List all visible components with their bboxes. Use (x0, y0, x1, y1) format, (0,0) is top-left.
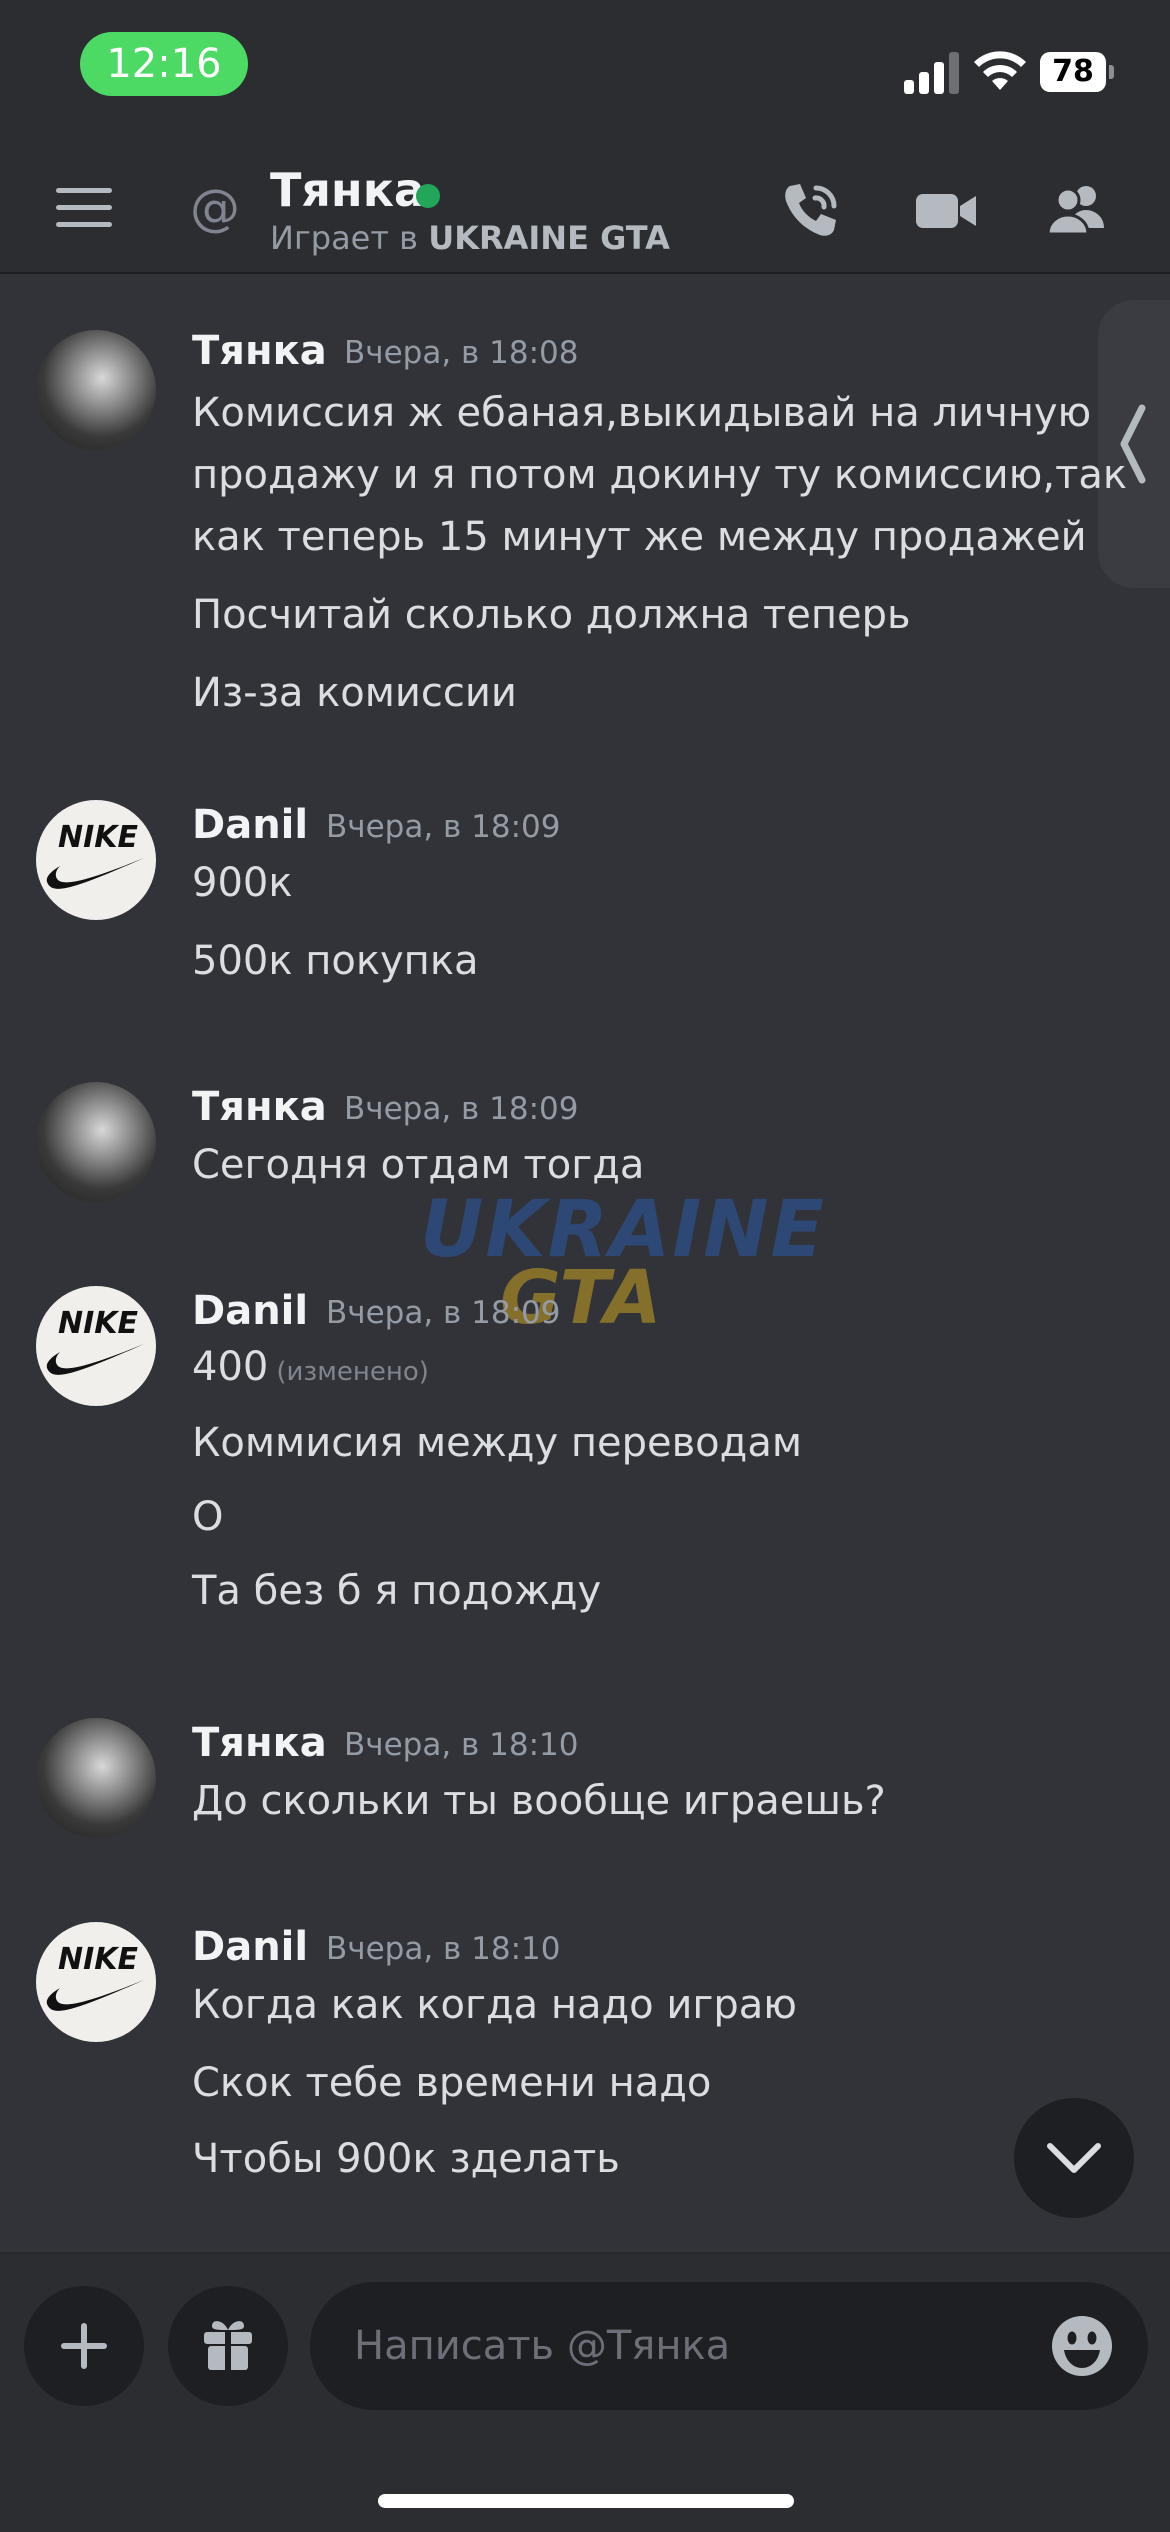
wifi-icon (974, 51, 1026, 90)
message-timestamp: Вчера, в 18:09 (326, 1295, 561, 1331)
chevron-down-icon (1047, 2143, 1101, 2173)
swoosh-icon (46, 1980, 144, 2011)
message-text: До скольки ты вообще играешь? (192, 1778, 886, 1824)
message-timestamp: Вчера, в 18:10 (344, 1727, 579, 1763)
message-author[interactable]: Danil (192, 1286, 308, 1336)
gift-icon (204, 2321, 252, 2370)
add-attachment-button[interactable] (24, 2286, 144, 2406)
plus-icon (61, 2323, 107, 2369)
message-text: Из-за комиссии (192, 670, 517, 716)
status-time: 12:16 (80, 32, 248, 96)
gift-button[interactable] (168, 2286, 288, 2406)
menu-icon[interactable] (56, 188, 112, 228)
message-text: как теперь 15 минут же между продажей (192, 514, 1087, 560)
home-indicator (378, 2494, 794, 2508)
message-text: Коммисия между переводам (192, 1420, 802, 1466)
message-text: 400 (изменено) (192, 1336, 1112, 1403)
members-icon[interactable] (1046, 180, 1110, 240)
message-timestamp: Вчера, в 18:09 (326, 809, 561, 845)
message-text: продажу и я потом докину ту комиссию,так (192, 452, 1128, 498)
swoosh-icon (46, 1344, 144, 1375)
cellular-signal-icon (904, 50, 960, 94)
message-text: Когда как когда надо играю (192, 1982, 797, 2028)
video-camera-icon[interactable] (914, 180, 978, 240)
status-bar: 12:16 78 (0, 0, 1170, 140)
avatar[interactable] (36, 330, 156, 450)
message-text: Чтобы 900к зделать (192, 2136, 620, 2182)
avatar[interactable] (36, 1082, 156, 1202)
channel-name[interactable]: Тянка (270, 162, 425, 218)
phone-call-icon[interactable] (780, 180, 844, 240)
chat-header: @ Тянка Играет в UKRAINE GTA (0, 140, 1170, 274)
message-author[interactable]: Danil (192, 1922, 308, 1972)
message-text: Комиссия ж ебаная,выкидывай на личную (192, 390, 1092, 436)
activity-prefix: Играет в (270, 219, 419, 257)
message-timestamp: Вчера, в 18:08 (344, 335, 579, 371)
scroll-to-bottom-button[interactable] (1014, 2098, 1134, 2218)
edited-label: (изменено) (276, 1357, 429, 1387)
message-text: Посчитай сколько должна теперь (192, 592, 911, 638)
avatar[interactable]: NIKE (36, 800, 156, 920)
message-author[interactable]: Тянка (192, 326, 327, 376)
message-author[interactable]: Danil (192, 800, 308, 850)
message-text: 500к покупка (192, 938, 479, 984)
activity-status: Играет в UKRAINE GTA (270, 218, 670, 258)
message-timestamp: Вчера, в 18:10 (326, 1931, 561, 1967)
avatar[interactable]: NIKE (36, 1922, 156, 2042)
message-text-value: 400 (192, 1344, 269, 1390)
message-text: Та без б я подожду (192, 1568, 602, 1614)
message-text: Скок тебе времени надо (192, 2060, 712, 2106)
message-author[interactable]: Тянка (192, 1718, 327, 1768)
at-icon: @ (190, 179, 240, 237)
avatar[interactable]: NIKE (36, 1286, 156, 1406)
message-timestamp: Вчера, в 18:09 (344, 1091, 579, 1127)
avatar[interactable] (36, 1718, 156, 1838)
online-status-dot (416, 184, 440, 208)
message-composer (0, 2252, 1170, 2532)
message-author[interactable]: Тянка (192, 1082, 327, 1132)
message-text: 900к (192, 860, 293, 906)
swoosh-icon (46, 858, 144, 889)
message-text: О (192, 1494, 224, 1540)
activity-game: UKRAINE GTA (428, 219, 670, 257)
emoji-icon[interactable] (1050, 2314, 1114, 2378)
battery-indicator: 78 (1040, 52, 1114, 92)
message-input[interactable] (310, 2282, 1148, 2410)
